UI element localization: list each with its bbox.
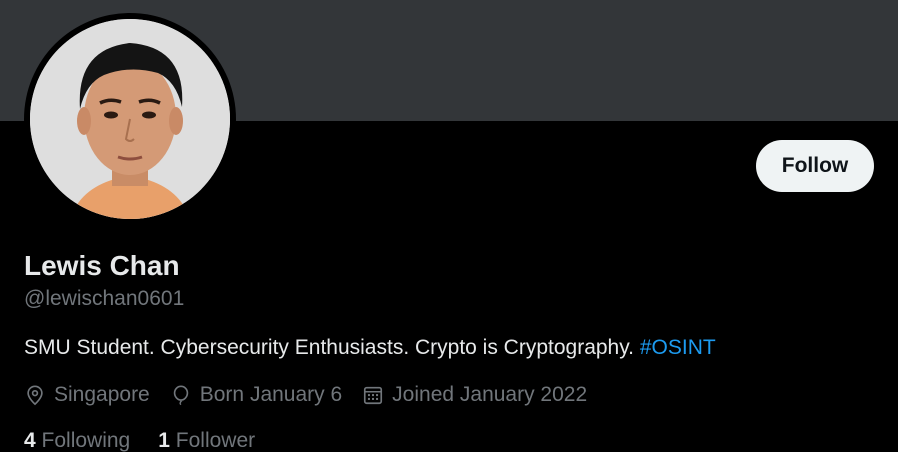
calendar-icon: [364, 386, 383, 405]
birthday-text: Born January 6: [199, 383, 343, 406]
location-text: Singapore: [54, 383, 150, 406]
birthday-item: Born January 6: [170, 380, 342, 410]
profile-page: Follow Lewis Chan @lewischan0601 SMU Stu…: [0, 0, 898, 452]
avatar-photo: [30, 19, 230, 219]
profile-bio: SMU Student. Cybersecurity Enthusiasts. …: [24, 334, 716, 362]
bio-text: SMU Student. Cybersecurity Enthusiasts. …: [24, 336, 640, 359]
followers-link[interactable]: 1 Follower: [158, 426, 255, 452]
followers-label: Follower: [175, 429, 256, 452]
balloon-icon: [173, 385, 188, 406]
location-pin-icon: [27, 385, 43, 406]
following-count: 4: [24, 429, 36, 452]
bio-hashtag-link[interactable]: #OSINT: [640, 336, 716, 359]
following-link[interactable]: 4 Following: [24, 426, 130, 452]
avatar[interactable]: [30, 19, 230, 219]
profile-stats: 4 Following 1 Follower: [24, 426, 283, 452]
joined-item: Joined January 2022: [362, 380, 587, 410]
followers-count: 1: [158, 429, 170, 452]
profile-meta: Singapore Born January 6 Joined January …: [24, 380, 607, 410]
profile-name: Lewis Chan: [24, 250, 180, 281]
joined-text: Joined January 2022: [392, 383, 588, 406]
avatar-ring: [24, 13, 236, 225]
follow-button[interactable]: Follow: [756, 140, 874, 192]
location-item: Singapore: [24, 380, 150, 410]
profile-handle: @lewischan0601: [24, 287, 185, 310]
following-label: Following: [41, 429, 131, 452]
